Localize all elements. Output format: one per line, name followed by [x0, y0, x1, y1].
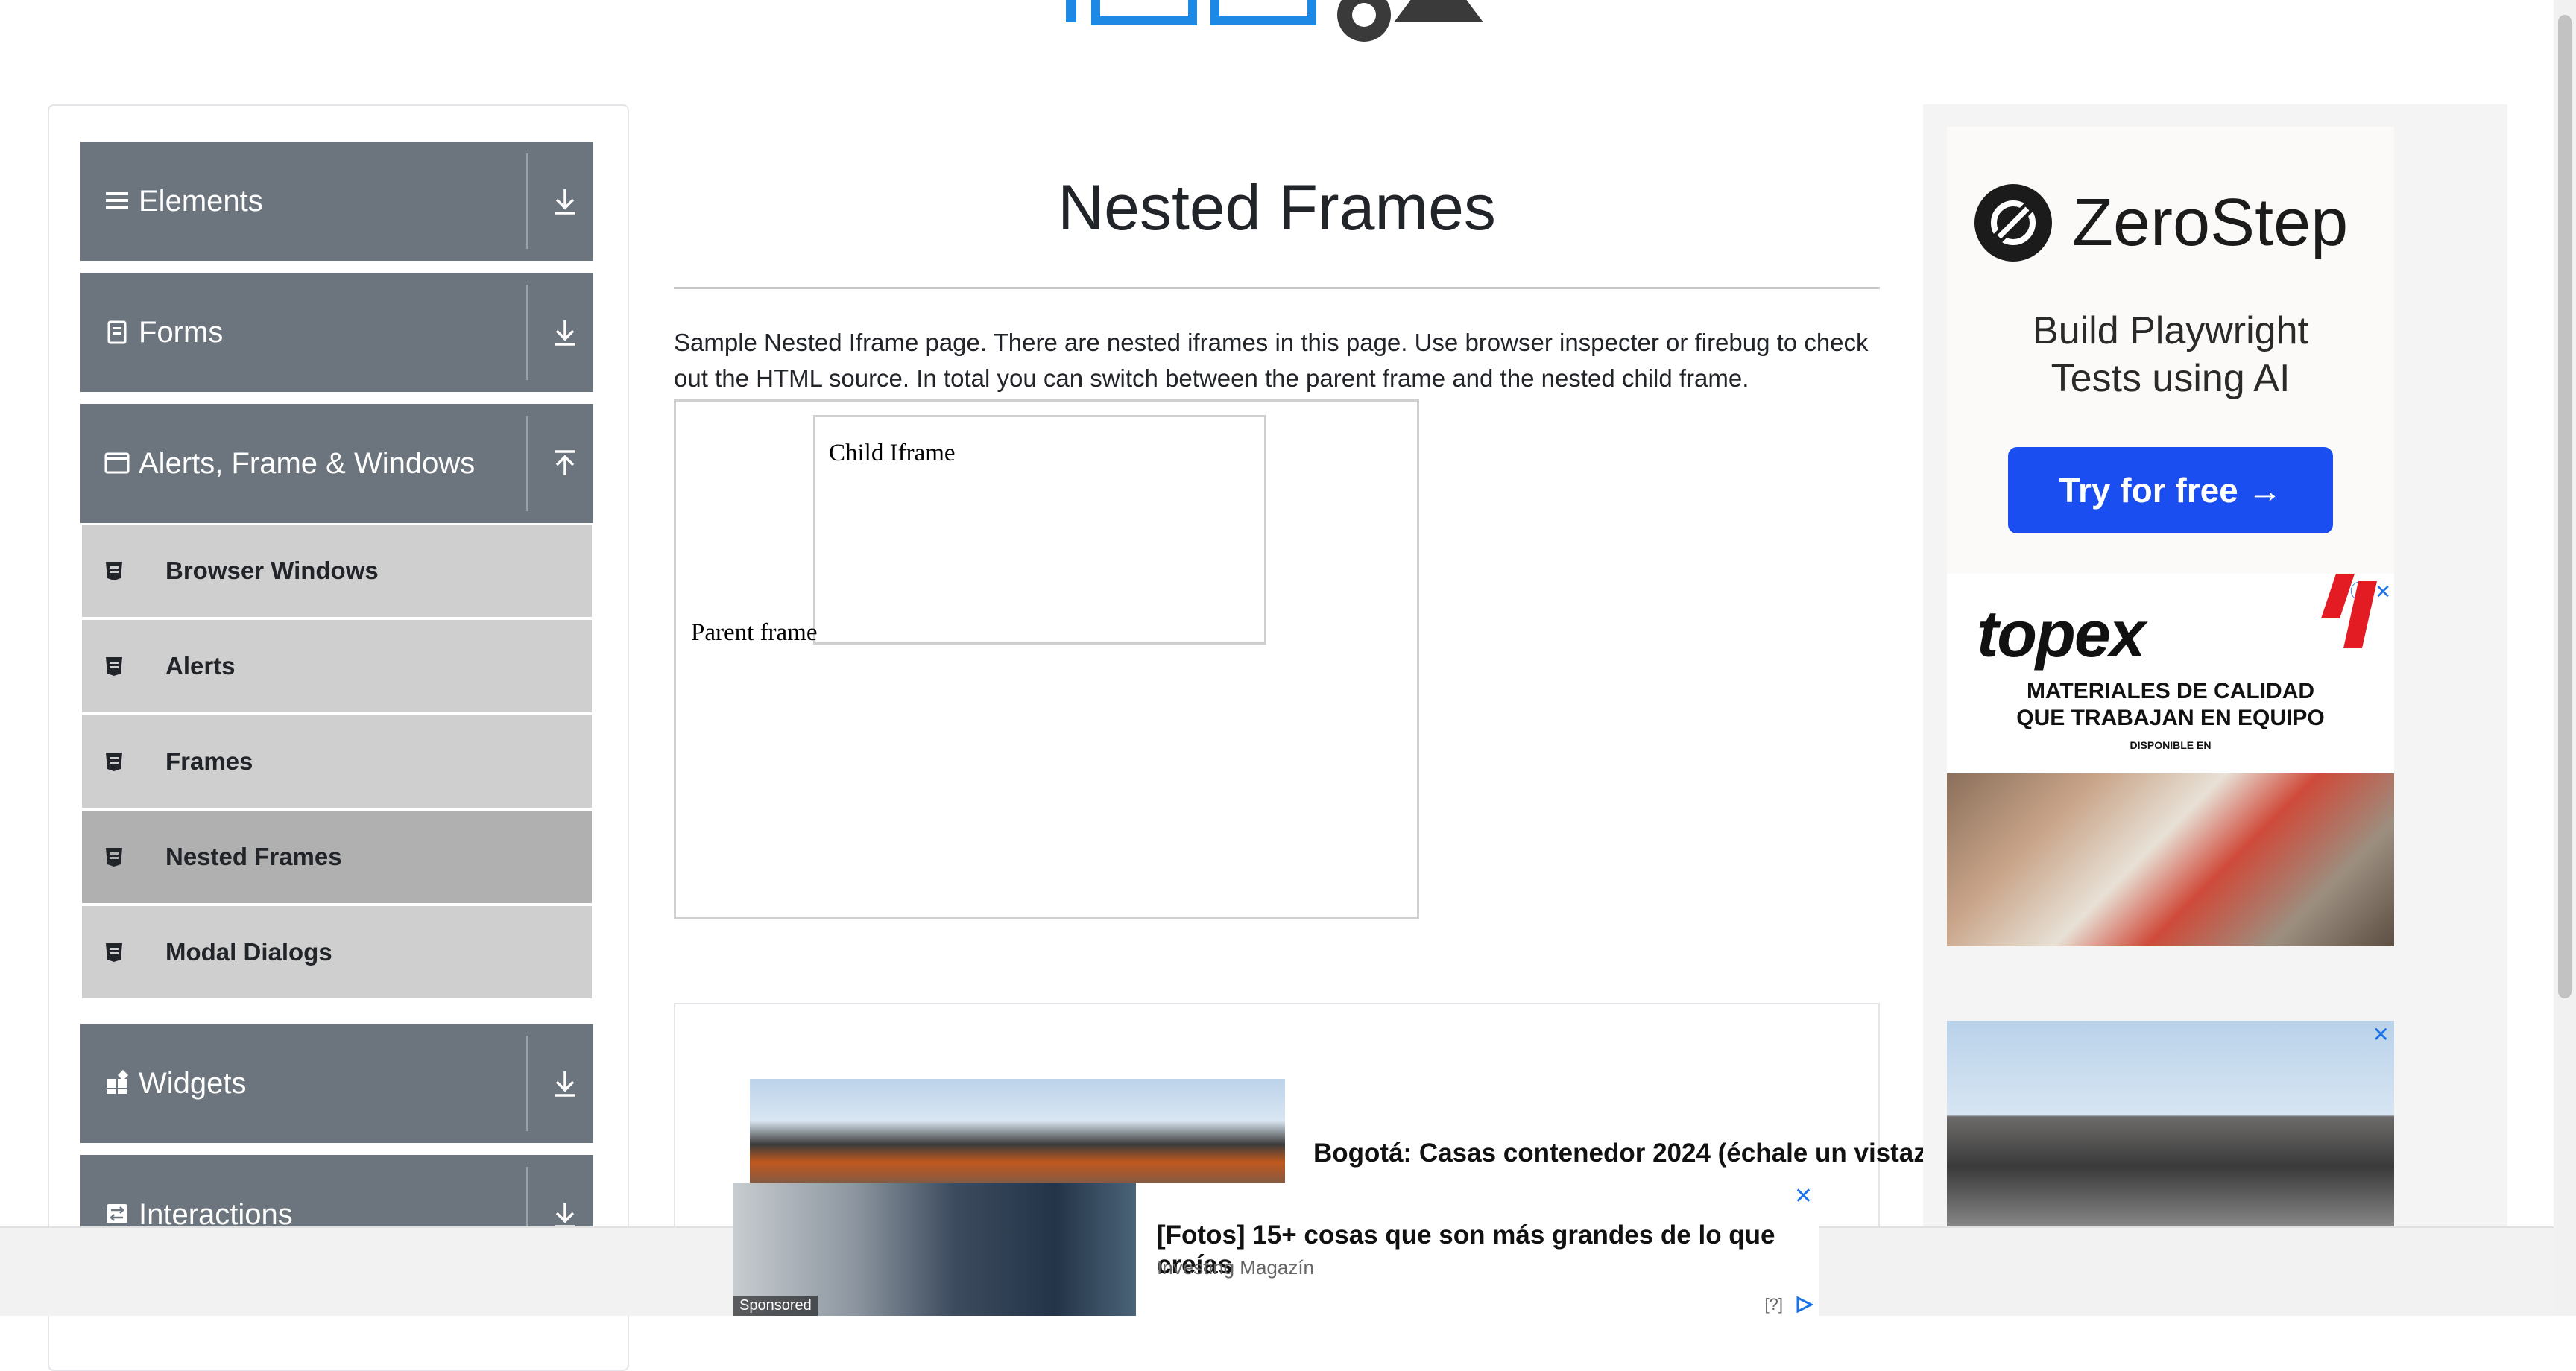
sponsored-label: Sponsored: [733, 1296, 818, 1316]
topex-product-photo: [1947, 773, 2394, 946]
zerostep-headline-line1: Build Playwright: [2033, 309, 2308, 352]
document-icon: [107, 320, 127, 344]
sidebar-item-frames[interactable]: Frames: [82, 715, 592, 808]
sidebar-item-label: Nested Frames: [165, 843, 342, 870]
scrollbar-thumb[interactable]: [2558, 15, 2572, 998]
group-elements[interactable]: Elements: [80, 142, 593, 261]
toolsqa-logo[interactable]: [1044, 0, 1528, 60]
group-divider: [526, 153, 528, 249]
group-alerts-frames-windows[interactable]: Alerts, Frame & Windows: [80, 404, 593, 523]
group-forms-label: Forms: [139, 316, 224, 349]
group-widgets[interactable]: Widgets: [80, 1024, 593, 1143]
group-alerts-label: Alerts, Frame & Windows: [139, 447, 476, 480]
item-icon: [106, 657, 122, 676]
group-divider: [526, 416, 528, 511]
parent-frame-text: Parent frame: [691, 619, 818, 646]
topex-tagline-line2: QUE TRABAJAN EN EQUIPO: [2016, 706, 2325, 730]
zerostep-logo-icon: [1974, 184, 2052, 262]
page-title: Nested Frames: [1058, 172, 1496, 244]
zerostep-ad[interactable]: ZeroStep Build Playwright Tests using AI…: [1947, 127, 2394, 574]
sponsored-ad-title[interactable]: Bogotá: Casas contenedor 2024 (échale un…: [1313, 1139, 1951, 1168]
page-description: Sample Nested Iframe page. There are nes…: [674, 329, 1869, 392]
child-iframe-text: Child Iframe: [829, 440, 956, 466]
topex-tagline: MATERIALES DE CALIDAD QUE TRABAJAN EN EQ…: [1947, 678, 2394, 732]
sidebar-item-label: Modal Dialogs: [165, 938, 332, 966]
left-panel: Elements Forms Alerts, Frame & Windows B…: [48, 104, 629, 1371]
ad-help-link[interactable]: [?]: [1765, 1295, 1783, 1314]
topex-available: DISPONIBLE EN: [2130, 739, 2212, 751]
chevron-down-icon[interactable]: [550, 316, 580, 349]
topex-logo: topex: [1977, 597, 2146, 671]
window-icon: [104, 452, 130, 474]
topex-ad[interactable]: ⓘ ✕ topex MATERIALES DE CALIDAD QUE TRAB…: [1947, 574, 2394, 946]
item-icon: [106, 943, 122, 962]
group-elements-label: Elements: [139, 185, 263, 218]
chevron-down-icon[interactable]: [550, 1067, 580, 1100]
sidebar-item-alerts[interactable]: Alerts: [82, 620, 592, 712]
sidebar-item-browser-windows[interactable]: Browser Windows: [82, 525, 592, 617]
group-forms[interactable]: Forms: [80, 273, 593, 392]
sidebar-item-label: Browser Windows: [165, 557, 379, 584]
sidebar-item-label: Alerts: [165, 652, 236, 680]
group-widgets-label: Widgets: [139, 1067, 247, 1100]
bottom-sticky-ad[interactable]: Sponsored [Fotos] 15+ cosas que son más …: [733, 1183, 1819, 1316]
group-divider: [526, 285, 528, 380]
item-icon: [106, 753, 122, 771]
close-icon[interactable]: ✕: [1794, 1183, 1813, 1209]
child-iframe[interactable]: Child Iframe: [813, 415, 1266, 645]
chevron-up-icon[interactable]: [550, 447, 580, 480]
widgets-icon: [107, 1070, 129, 1094]
sponsored-ad-image[interactable]: [750, 1079, 1285, 1198]
parent-frame[interactable]: Child Iframe Parent frame: [674, 399, 1419, 919]
sidebar-item-label: Frames: [165, 747, 253, 775]
zerostep-brand: ZeroStep: [2072, 186, 2349, 260]
menu-icon: [106, 192, 128, 209]
sidebar-item-modal-dialogs[interactable]: Modal Dialogs: [82, 906, 592, 998]
container-houses-ad[interactable]: ✕: [1947, 1021, 2394, 1229]
chevron-down-icon[interactable]: [550, 185, 580, 218]
page-scrollbar[interactable]: [2554, 0, 2576, 1316]
topex-tagline-line1: MATERIALES DE CALIDAD: [2026, 679, 2315, 703]
try-for-free-button[interactable]: Try for free →: [2008, 447, 2333, 533]
bottom-ad-source: Investing Magazín: [1157, 1256, 1315, 1279]
zerostep-headline-line2: Tests using AI: [2051, 357, 2291, 400]
item-icon: [106, 848, 122, 867]
zerostep-headline: Build Playwright Tests using AI: [1947, 307, 2394, 402]
title-divider: [674, 287, 1880, 289]
group-divider: [526, 1036, 528, 1131]
topex-stripes-icon: [2321, 574, 2377, 648]
close-icon[interactable]: ✕: [2373, 1022, 2390, 1047]
sidebar-item-nested-frames[interactable]: Nested Frames: [82, 811, 592, 903]
item-icon: [106, 562, 122, 580]
interactions-icon: [107, 1204, 127, 1223]
adchoices-icon[interactable]: [1795, 1296, 1814, 1313]
